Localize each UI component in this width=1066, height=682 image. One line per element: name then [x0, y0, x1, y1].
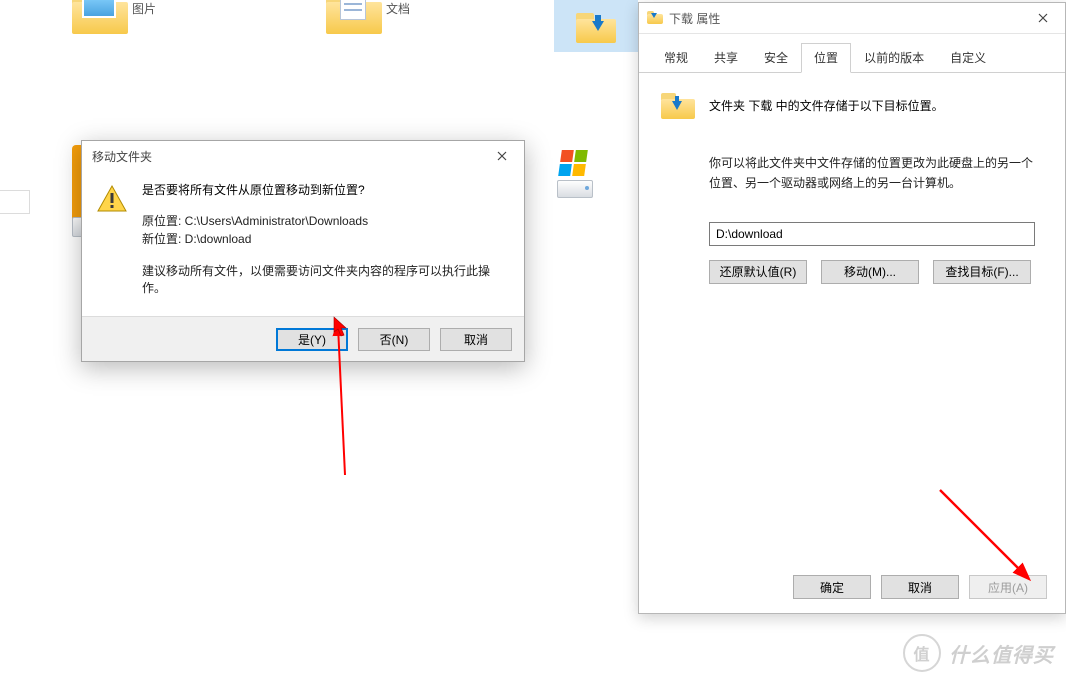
properties-title: 下载 属性 [669, 10, 1021, 27]
cancel-button[interactable]: 取消 [881, 575, 959, 599]
watermark-text: 什么值得买 [949, 639, 1054, 668]
new-path-label: 新位置: [142, 232, 185, 246]
apply-button[interactable]: 应用(A) [969, 575, 1047, 599]
find-target-button[interactable]: 查找目标(F)... [933, 260, 1031, 284]
properties-headline: 文件夹 下载 中的文件存储于以下目标位置。 [709, 91, 944, 114]
drive-icon [557, 180, 593, 198]
old-path-value: C:\Users\Administrator\Downloads [185, 214, 368, 228]
ok-button[interactable]: 确定 [793, 575, 871, 599]
close-icon [497, 151, 507, 161]
move-dialog-titlebar[interactable]: 移动文件夹 [82, 141, 524, 171]
move-dialog-question: 是否要将所有文件从原位置移动到新位置? [142, 181, 506, 198]
move-dialog-paths: 原位置: C:\Users\Administrator\Downloads 新位… [142, 212, 506, 248]
documents-label: 文档 [386, 0, 410, 17]
tab-previous[interactable]: 以前的版本 [851, 43, 937, 73]
location-path-input[interactable] [709, 222, 1035, 246]
close-button[interactable] [1021, 3, 1065, 33]
windows-logo-icon [558, 150, 588, 176]
warning-icon [96, 183, 128, 215]
dialog-cancel-button[interactable]: 取消 [440, 328, 512, 351]
watermark-badge: 值 [903, 634, 941, 672]
watermark: 值 什么值得买 [903, 634, 1054, 672]
move-dialog-advice: 建议移动所有文件，以便需要访问文件夹内容的程序可以执行此操作。 [142, 262, 506, 296]
downloads-folder-selected[interactable] [554, 0, 638, 52]
documents-folder[interactable] [326, 0, 382, 34]
properties-dialog: 下载 属性 常规 共享 安全 位置 以前的版本 自定义 文件夹 下载 中的文件存… [638, 2, 1066, 614]
downloads-folder-icon [647, 10, 663, 26]
old-path-label: 原位置: [142, 214, 185, 228]
tab-customize[interactable]: 自定义 [937, 43, 999, 73]
sidebar-partial-label: B [0, 190, 30, 214]
pictures-label: 图片 [132, 0, 156, 17]
close-icon [1038, 13, 1048, 23]
properties-tabs: 常规 共享 安全 位置 以前的版本 自定义 [639, 34, 1065, 73]
restore-default-button[interactable]: 还原默认值(R) [709, 260, 807, 284]
downloads-folder-icon [661, 91, 695, 125]
move-button[interactable]: 移动(M)... [821, 260, 919, 284]
tab-general[interactable]: 常规 [651, 43, 701, 73]
document-icon [340, 0, 366, 20]
no-button[interactable]: 否(N) [358, 328, 430, 351]
pictures-folder[interactable] [72, 0, 128, 34]
new-path-value: D:\download [185, 232, 252, 246]
yes-button[interactable]: 是(Y) [276, 328, 348, 351]
tab-location[interactable]: 位置 [801, 43, 851, 73]
move-folder-dialog: 移动文件夹 是否要将所有文件从原位置移动到新位置? 原位置: C:\Users\… [81, 140, 525, 362]
tab-security[interactable]: 安全 [751, 43, 801, 73]
properties-titlebar[interactable]: 下载 属性 [639, 3, 1065, 34]
picture-icon [82, 0, 116, 18]
move-dialog-title: 移动文件夹 [92, 148, 480, 165]
properties-description: 你可以将此文件夹中文件存储的位置更改为此硬盘上的另一个位置、另一个驱动器或网络上… [709, 153, 1043, 194]
download-arrow-icon [592, 21, 604, 31]
close-button[interactable] [480, 141, 524, 171]
tab-sharing[interactable]: 共享 [701, 43, 751, 73]
